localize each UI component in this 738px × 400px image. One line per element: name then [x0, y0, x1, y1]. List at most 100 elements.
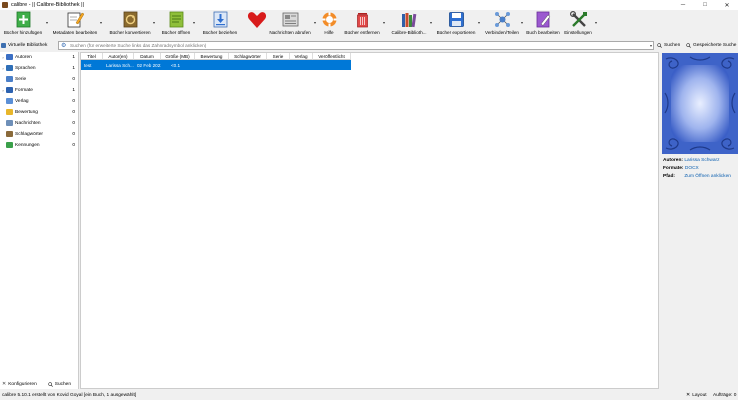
remove-books-icon — [354, 11, 371, 28]
get-books-label: Bücher beziehen — [202, 30, 238, 35]
search-history-dropdown[interactable]: ▾ — [650, 43, 652, 48]
tag-category-label: Serie — [15, 76, 27, 82]
publisher-icon — [6, 98, 13, 104]
layout-button[interactable]: ✕ Layout — [686, 392, 707, 398]
preferences-label: Einstellungen — [564, 30, 592, 35]
help-button[interactable]: Hilfe — [320, 10, 338, 39]
save-to-disk-button[interactable]: Bücher exportieren — [436, 10, 476, 39]
title-bar: calibre - || Calibre-Bibliothek || ─ □ ✕ — [0, 0, 738, 10]
preferences-button[interactable]: Einstellungen — [562, 10, 594, 39]
close-button[interactable]: ✕ — [716, 0, 738, 10]
tag-category-news[interactable]: Nachrichten 0 — [0, 118, 78, 128]
heart-icon — [247, 11, 266, 28]
edit-book-button[interactable]: Buch bearbeiten — [526, 10, 560, 39]
detail-authors-label: Autoren: — [663, 158, 683, 163]
tag-category-label: Formate — [15, 87, 33, 93]
library-dropdown-arrow[interactable]: ▾ — [430, 20, 432, 25]
remove-books-dropdown-arrow[interactable]: ▾ — [383, 20, 385, 25]
library-button[interactable]: Calibre-Biblioth... — [389, 10, 429, 39]
column-header-date[interactable]: Datum — [134, 53, 161, 60]
cell-authors: Larissa Sch... — [106, 62, 134, 68]
tag-category-languages[interactable]: › Sprachen 1 — [0, 63, 78, 73]
tags-icon — [6, 131, 13, 137]
configure-label: Konfigurieren — [8, 381, 37, 387]
tag-category-series[interactable]: Serie 0 — [0, 74, 78, 84]
donate-button[interactable] — [244, 10, 266, 39]
add-books-icon — [15, 11, 32, 28]
configure-button[interactable]: ✕ Konfigurieren — [2, 381, 37, 387]
column-header-publisher[interactable]: Verlag — [290, 53, 313, 60]
search-input[interactable]: ⚙ Suchen (für erweiterte Suche links das… — [58, 41, 654, 50]
detail-formats: Formate: DOCX — [663, 166, 699, 171]
window-controls: ─ □ ✕ — [672, 0, 738, 10]
maximize-button[interactable]: □ — [694, 0, 716, 10]
convert-books-icon — [122, 11, 139, 28]
tag-category-rating[interactable]: Bewertung 0 — [0, 107, 78, 117]
virtual-library-icon — [1, 43, 6, 48]
book-cover-image[interactable] — [662, 53, 738, 154]
detail-path-link[interactable]: Zum Öffnen anklicken — [684, 174, 731, 179]
edit-metadata-dropdown-arrow[interactable]: ▾ — [100, 20, 102, 25]
saved-searches-button[interactable]: Gespeicherte Suche — [686, 41, 736, 50]
get-books-icon — [212, 11, 229, 28]
cell-published — [313, 60, 351, 70]
tag-category-count: 0 — [72, 142, 75, 148]
connect-share-dropdown-arrow[interactable]: ▾ — [521, 20, 523, 25]
search-button-label: Suchen — [664, 43, 681, 48]
column-header-size[interactable]: Größe (MB) — [161, 53, 195, 60]
search-button[interactable]: Suchen — [657, 41, 680, 50]
tag-category-label: Bewertung — [15, 109, 38, 115]
convert-books-button[interactable]: Bücher konvertieren — [108, 10, 152, 39]
tag-category-tags[interactable]: Schlagwörter 0 — [0, 129, 78, 139]
table-header: Titel Autor(en) Datum Größe (MB) Bewertu… — [81, 53, 351, 60]
detail-formats-label: Formate: — [663, 166, 684, 171]
gear-icon[interactable]: ⚙ — [61, 43, 67, 49]
tag-category-formats[interactable]: › Formate 1 — [0, 85, 78, 95]
column-header-tags[interactable]: Schlagwörter — [229, 53, 267, 60]
tag-category-authors[interactable]: › Autoren 1 — [0, 52, 78, 62]
column-header-authors[interactable]: Autor(en) — [103, 53, 134, 60]
tag-category-label: Verlag — [15, 98, 29, 104]
search-bar-row: Virtuelle Bibliothek ⚙ Suchen (für erwei… — [0, 40, 738, 51]
add-books-dropdown-arrow[interactable]: ▾ — [46, 20, 48, 25]
identifiers-icon — [6, 142, 13, 148]
fetch-news-label: Nachrichten abrufen — [269, 30, 311, 35]
convert-books-dropdown-arrow[interactable]: ▾ — [153, 20, 155, 25]
view-books-dropdown-arrow[interactable]: ▾ — [193, 20, 195, 25]
window-title: calibre - || Calibre-Bibliothek || — [11, 2, 84, 8]
column-header-rating[interactable]: Bewertung — [195, 53, 229, 60]
status-text: calibre 5.10.1 erstellt von Kovid Goyal … — [2, 392, 137, 398]
tag-category-count: 1 — [72, 87, 75, 93]
tag-category-count: 0 — [72, 120, 75, 126]
tag-category-identifiers[interactable]: Kennungen 0 — [0, 140, 78, 150]
virtual-library-button[interactable]: Virtuelle Bibliothek — [1, 41, 47, 50]
tag-category-count: 0 — [72, 98, 75, 104]
connect-share-button[interactable]: Verbinden/Teilen — [484, 10, 520, 39]
jobs-indicator[interactable]: Aufträge: 0 — [713, 393, 736, 398]
add-books-button[interactable]: Bücher hinzufügen — [2, 10, 44, 39]
fetch-news-button[interactable]: Nachrichten abrufen — [267, 10, 313, 39]
edit-metadata-label: Metadaten bearbeiten — [52, 30, 98, 35]
wrench-icon: ✕ — [2, 381, 7, 387]
table-row[interactable]: test Larissa Sch... 02 Feb 2021 <0.1 — [81, 60, 351, 70]
preferences-icon — [569, 10, 587, 28]
preferences-dropdown-arrow[interactable]: ▾ — [595, 20, 597, 25]
view-books-button[interactable]: Bücher öffnen — [160, 10, 192, 39]
tag-find-button[interactable]: Suchen — [48, 382, 71, 387]
minimize-button[interactable]: ─ — [672, 0, 694, 10]
column-header-series[interactable]: Serie — [267, 53, 290, 60]
edit-metadata-icon — [67, 11, 84, 28]
column-header-title[interactable]: Titel — [81, 53, 103, 60]
tag-category-publisher[interactable]: Verlag 0 — [0, 96, 78, 106]
remove-books-button[interactable]: Bücher entfernen — [343, 10, 381, 39]
save-to-disk-dropdown-arrow[interactable]: ▾ — [478, 20, 480, 25]
main-toolbar: Bücher hinzufügen ▾ Metadaten bearbeiten… — [0, 10, 738, 39]
convert-books-label: Bücher konvertieren — [109, 30, 151, 35]
edit-metadata-button[interactable]: Metadaten bearbeiten — [52, 10, 98, 39]
detail-authors-link[interactable]: Larissa Schwarz — [684, 158, 719, 163]
detail-path-label: Pfad: — [663, 174, 675, 179]
get-books-button[interactable]: Bücher beziehen — [200, 10, 240, 39]
column-header-published[interactable]: Veröffentlicht — [313, 53, 351, 60]
fetch-news-dropdown-arrow[interactable]: ▾ — [314, 20, 316, 25]
detail-formats-link[interactable]: DOCX — [685, 166, 699, 171]
